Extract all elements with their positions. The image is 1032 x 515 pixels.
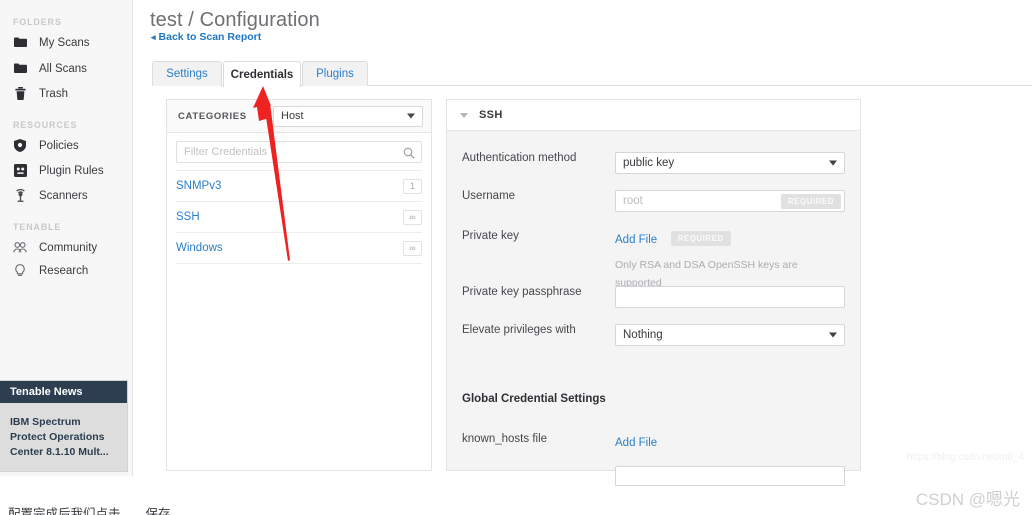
sidebar-item-label: My Scans	[39, 36, 90, 49]
sidebar-item-label: Plugin Rules	[39, 164, 104, 177]
ssh-panel: SSH Authentication method public key Use…	[446, 99, 861, 471]
sidebar-item-label: Scanners	[39, 189, 88, 202]
credential-count-badge: ∞	[403, 209, 422, 225]
back-link-label: Back to Scan Report	[158, 31, 262, 43]
credential-row-windows[interactable]: Windows ∞	[176, 232, 422, 263]
sidebar-item-label: Community	[39, 241, 98, 254]
chevron-left-icon: ◂	[151, 31, 156, 42]
elevate-privileges-select[interactable]: Nothing	[615, 324, 845, 346]
field-private-key: Private key Add File REQUIRED	[447, 230, 860, 248]
trash-icon	[13, 87, 27, 101]
back-to-scan-report-link[interactable]: ◂ Back to Scan Report	[151, 31, 261, 43]
sidebar-section-resources: RESOURCES	[13, 120, 78, 130]
categories-label: CATEGORIES	[178, 110, 247, 122]
sidebar-item-my-scans[interactable]: My Scans	[0, 31, 133, 54]
tab-label: Settings	[166, 68, 208, 80]
field-elevate-privileges: Elevate privileges with Nothing	[447, 324, 860, 346]
private-key-hint: Only RSA and DSA OpenSSH keys are suppor…	[615, 259, 798, 289]
known-hosts-add-file-link[interactable]: Add File	[615, 437, 657, 449]
search-icon[interactable]	[403, 146, 415, 164]
tab-plugins[interactable]: Plugins	[302, 61, 368, 86]
sidebar-item-label: Trash	[39, 87, 68, 100]
sidebar-item-research[interactable]: Research	[0, 259, 133, 282]
sidebar-item-scanners[interactable]: Scanners	[0, 184, 133, 207]
lightbulb-icon	[13, 264, 27, 278]
private-key-passphrase-input[interactable]	[623, 291, 837, 303]
field-username: Username REQUIRED	[447, 190, 860, 212]
watermark-url: https://blog.csdn.net/m0_4	[906, 452, 1024, 463]
field-label: Username	[462, 190, 516, 202]
app-root: FOLDERS My Scans All Scans Trash RESOURC…	[0, 0, 1032, 515]
username-input-wrap[interactable]: REQUIRED	[615, 190, 845, 212]
news-body[interactable]: IBM Spectrum Protect Operations Center 8…	[0, 403, 127, 460]
shield-icon	[13, 139, 27, 153]
sidebar-item-label: Policies	[39, 139, 79, 152]
watermark-csdn: CSDN @嗯光	[915, 490, 1020, 509]
private-key-add-file-link[interactable]: Add File	[615, 234, 657, 246]
people-icon	[13, 241, 27, 255]
sidebar-item-plugin-rules[interactable]: Plugin Rules	[0, 159, 133, 182]
credentials-panel-header: CATEGORIES Host	[167, 100, 431, 133]
credentials-panel: CATEGORIES Host SNMPv3 1 SSH	[166, 99, 432, 471]
plugin-icon	[13, 164, 27, 178]
field-label: Authentication method	[462, 152, 577, 164]
authentication-method-value: public key	[623, 157, 675, 169]
required-badge: REQUIRED	[670, 231, 731, 246]
sidebar-section-tenable: TENABLE	[13, 222, 62, 232]
tab-bar: Settings Credentials Plugins	[152, 61, 1032, 87]
authentication-method-select[interactable]: public key	[615, 152, 845, 174]
field-label: Private key passphrase	[462, 286, 582, 298]
field-private-key-passphrase: Private key passphrase	[447, 286, 860, 308]
credential-name: SSH	[176, 211, 200, 223]
sidebar-section-folders: FOLDERS	[13, 17, 62, 27]
field-authentication-method: Authentication method public key	[447, 152, 860, 174]
field-label: Elevate privileges with	[462, 324, 576, 336]
tab-credentials[interactable]: Credentials	[223, 61, 301, 87]
tab-label: Credentials	[230, 68, 294, 81]
category-select[interactable]: Host	[273, 105, 423, 127]
credential-count-badge: 1	[403, 178, 422, 194]
ssh-panel-title: SSH	[479, 109, 503, 121]
sidebar-item-trash[interactable]: Trash	[0, 82, 133, 105]
folder-icon	[13, 62, 27, 76]
page-title: test / Configuration	[150, 9, 320, 31]
news-title: Tenable News	[0, 381, 127, 403]
private-key-passphrase-wrap[interactable]	[615, 286, 845, 308]
sidebar-item-community[interactable]: Community	[0, 236, 133, 259]
category-select-value: Host	[281, 110, 304, 122]
required-badge: REQUIRED	[780, 194, 841, 209]
elevate-privileges-value: Nothing	[623, 329, 663, 341]
sidebar-item-policies[interactable]: Policies	[0, 134, 133, 157]
credential-count-badge: ∞	[403, 240, 422, 256]
field-label: Private key	[462, 230, 519, 242]
credential-row-ssh[interactable]: SSH ∞	[176, 201, 422, 232]
next-field-input-partial[interactable]	[615, 466, 845, 486]
bottom-caption: 配置完成后我们点击。。。保存	[8, 507, 171, 515]
tab-settings[interactable]: Settings	[152, 61, 222, 86]
credential-row-snmpv3[interactable]: SNMPv3 1	[176, 170, 422, 201]
folder-icon	[13, 36, 27, 50]
chevron-down-icon	[829, 160, 837, 166]
filter-credentials-input[interactable]	[184, 146, 414, 158]
field-known-hosts-file: known_hosts file Add File	[447, 433, 860, 451]
tenable-news-card[interactable]: Tenable News IBM Spectrum Protect Operat…	[0, 381, 127, 471]
chevron-down-icon	[407, 113, 415, 119]
credential-name: Windows	[176, 242, 223, 254]
sidebar-item-all-scans[interactable]: All Scans	[0, 57, 133, 80]
credential-row-divider	[176, 263, 422, 294]
global-credential-settings-heading-row: Global Credential Settings	[447, 393, 860, 405]
filter-row	[167, 133, 431, 170]
sidebar-item-label: All Scans	[39, 62, 87, 75]
chevron-down-icon	[829, 332, 837, 338]
scanner-icon	[13, 189, 27, 203]
credential-name: SNMPv3	[176, 180, 222, 192]
ssh-panel-header[interactable]: SSH	[447, 100, 860, 131]
chevron-down-icon[interactable]	[460, 112, 468, 118]
field-label: known_hosts file	[462, 433, 548, 445]
tab-label: Plugins	[316, 68, 354, 80]
sidebar-item-label: Research	[39, 264, 89, 277]
filter-credentials-box[interactable]	[176, 141, 422, 163]
global-credential-settings-heading: Global Credential Settings	[462, 393, 606, 405]
sidebar: FOLDERS My Scans All Scans Trash RESOURC…	[0, 0, 133, 476]
